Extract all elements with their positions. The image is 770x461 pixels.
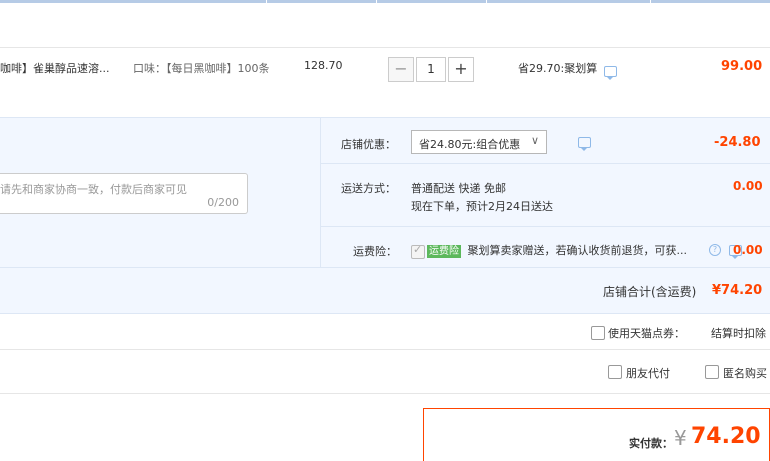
shipping-label: 运送方式：	[341, 182, 396, 195]
insurance-badge: 运费险	[427, 245, 461, 258]
item-title[interactable]: 咖啡】雀巢醇品速溶...	[0, 60, 110, 76]
shipping-eta: 现在下单，预计2月24日送达	[411, 200, 553, 213]
quantity-minus-button[interactable]: −	[388, 57, 414, 82]
divider	[0, 393, 770, 394]
divider	[321, 163, 770, 164]
anonymous-label: 匿名购买	[723, 367, 767, 380]
payment-amount: 74.20	[691, 424, 761, 449]
help-icon[interactable]: ?	[709, 244, 721, 256]
item-attr: 口味：【每日黑咖啡】100条	[133, 62, 270, 75]
friend-pay-label: 朋友代付	[626, 367, 670, 380]
check-icon: ✓	[413, 243, 423, 256]
discount-value: -24.80	[714, 135, 761, 150]
divider	[0, 313, 770, 314]
payment-label: 实付款：	[629, 437, 673, 450]
message-counter: 0/200	[207, 196, 239, 209]
divider	[0, 117, 770, 118]
chat-icon[interactable]	[604, 66, 617, 80]
currency-symbol: ¥	[674, 426, 687, 450]
quantity-stepper[interactable]: − 1 +	[388, 57, 474, 82]
payment-box: 实付款： ¥ 74.20	[423, 408, 770, 461]
points-label: 使用天猫点券：	[608, 327, 685, 340]
seller-message-field[interactable]: 请先和商家协商一致，付款后商家可见 0/200	[0, 173, 248, 214]
shop-total-value: ¥74.20	[712, 283, 763, 298]
insurance-desc: 聚划算卖家赠送，若确认收货前退货，可获...	[467, 244, 688, 257]
quantity-input[interactable]: 1	[416, 57, 446, 82]
shipping-method: 普通配送 快递 免邮	[411, 182, 506, 195]
item-subtotal: 99.00	[721, 59, 763, 74]
points-checkbox[interactable]	[591, 326, 605, 340]
chat-icon[interactable]	[577, 137, 591, 151]
discount-label: 店铺优惠：	[341, 138, 396, 151]
chevron-down-icon: ∨	[530, 134, 539, 147]
shop-total-label: 店铺合计(含运费)	[603, 285, 697, 299]
insurance-label: 运费险：	[353, 245, 397, 258]
divider	[320, 118, 321, 267]
item-unit-price: 128.70	[304, 59, 343, 72]
shipping-value: 0.00	[733, 179, 763, 193]
divider	[321, 226, 770, 227]
insurance-checkbox[interactable]: ✓	[411, 243, 425, 259]
item-promo: 省29.70:聚划算	[518, 62, 598, 75]
divider	[0, 47, 770, 48]
anonymous-checkbox[interactable]	[705, 365, 719, 379]
friend-pay-checkbox[interactable]	[608, 365, 622, 379]
divider	[0, 349, 770, 350]
quantity-plus-button[interactable]: +	[448, 57, 474, 82]
points-note: 结算时扣除	[711, 327, 766, 340]
discount-select[interactable]: 省24.80元:组合优惠 ∨	[411, 130, 547, 154]
divider	[0, 267, 770, 268]
table-header-bar	[0, 0, 770, 3]
insurance-row: 运费险 聚划算卖家赠送，若确认收货前退货，可获...	[427, 242, 687, 258]
discount-option: 省24.80元:组合优惠	[419, 138, 521, 151]
insurance-value: 0.00	[733, 243, 763, 257]
message-placeholder: 请先和商家协商一致，付款后商家可见	[0, 183, 187, 196]
